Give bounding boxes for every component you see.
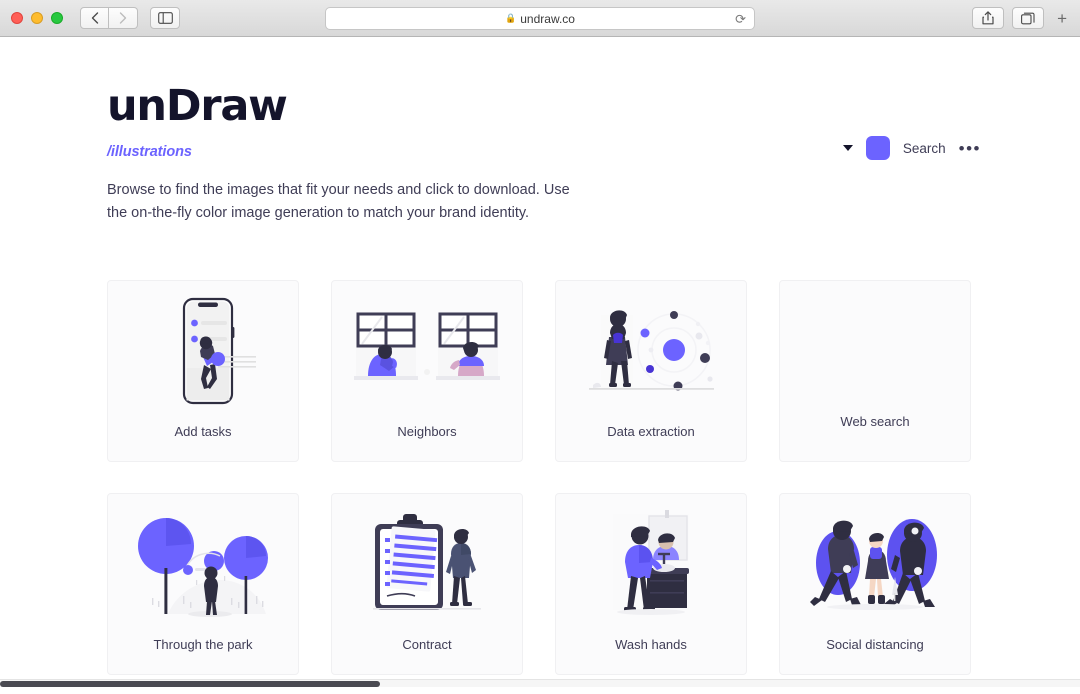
illustration-art-nodes <box>556 281 746 424</box>
share-button[interactable] <box>972 7 1005 29</box>
illustration-card[interactable]: Web search <box>779 280 971 462</box>
illustration-art-park <box>108 494 298 637</box>
window-controls <box>11 12 63 24</box>
illustration-card[interactable]: Data extraction <box>555 280 747 462</box>
navigation-buttons <box>80 7 138 29</box>
url-text: undraw.co <box>520 11 575 26</box>
illustration-art-clipboard <box>332 494 522 637</box>
browser-toolbar: 🔒 undraw.co ⟳ + <box>0 0 1080 37</box>
sidebar-toggle-button[interactable] <box>150 7 180 29</box>
illustration-art-sink <box>556 494 746 637</box>
horizontal-scrollbar[interactable] <box>0 679 1080 687</box>
color-swatch[interactable] <box>865 136 890 160</box>
tab-overview-button[interactable] <box>1012 7 1045 29</box>
page-content: unDraw /illustrations Browse to find the… <box>0 81 1080 225</box>
illustration-label: Web search <box>840 414 910 429</box>
page-viewport: unDraw /illustrations Browse to find the… <box>0 37 1080 687</box>
illustration-card[interactable]: Through the park <box>107 493 299 675</box>
lock-icon: 🔒 <box>505 13 517 23</box>
illustration-label: Add tasks <box>174 424 232 439</box>
close-window-button[interactable] <box>11 12 23 24</box>
illustration-art-phone <box>108 281 298 424</box>
search-button[interactable]: Search <box>903 141 946 156</box>
illustration-card[interactable]: Wash hands <box>555 493 747 675</box>
tab-overview-icon <box>1021 12 1035 24</box>
chevron-left-icon <box>91 12 98 24</box>
illustration-art-windows <box>332 281 522 424</box>
illustration-art-placeholder <box>780 281 970 414</box>
maximize-window-button[interactable] <box>51 12 63 24</box>
illustration-art-distancing <box>780 494 970 637</box>
illustration-label: Social distancing <box>826 637 924 652</box>
illustration-label: Data extraction <box>607 424 695 439</box>
illustration-card[interactable]: Contract <box>331 493 523 675</box>
header-actions: Search ••• <box>842 136 981 160</box>
chevron-right-icon <box>119 12 127 24</box>
page-title: unDraw <box>107 81 288 131</box>
new-tab-button[interactable]: + <box>1052 10 1072 27</box>
scrollbar-thumb[interactable] <box>0 681 380 687</box>
reload-button[interactable]: ⟳ <box>735 12 746 25</box>
illustration-card[interactable]: Social distancing <box>779 493 971 675</box>
minimize-window-button[interactable] <box>31 12 43 24</box>
intro-text: Browse to find the images that fit your … <box>107 182 570 221</box>
illustration-label: Through the park <box>153 637 253 652</box>
illustration-label: Neighbors <box>397 424 457 439</box>
share-icon <box>982 11 994 25</box>
chevron-down-icon[interactable] <box>842 145 853 151</box>
sidebar-toggle-icon <box>157 12 173 24</box>
illustration-card[interactable]: Add tasks <box>107 280 299 462</box>
back-button[interactable] <box>80 7 109 29</box>
illustration-grid: Add tasks Neighbors Data extraction Web … <box>107 280 977 675</box>
forward-button[interactable] <box>109 7 138 29</box>
toolbar-right-actions: + <box>972 7 1072 29</box>
illustration-label: Contract <box>402 637 452 652</box>
address-bar[interactable]: 🔒 undraw.co ⟳ <box>325 7 755 30</box>
more-menu-button[interactable]: ••• <box>959 140 981 157</box>
illustration-label: Wash hands <box>615 637 687 652</box>
illustration-card[interactable]: Neighbors <box>331 280 523 462</box>
